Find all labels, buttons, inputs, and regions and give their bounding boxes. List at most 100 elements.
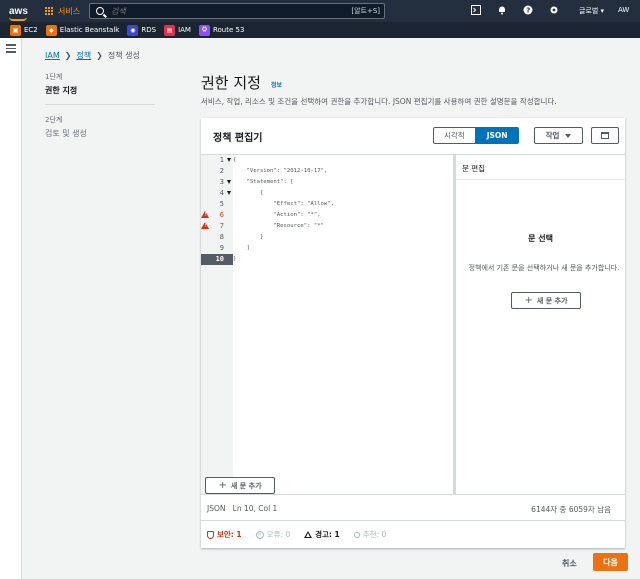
error-icon: ✕ bbox=[255, 530, 264, 539]
warning-icon[interactable] bbox=[201, 211, 209, 218]
aws-logo-text: aws bbox=[9, 5, 28, 17]
fold-icon[interactable] bbox=[227, 191, 231, 195]
gutter-line: 1 bbox=[201, 155, 233, 166]
gear-icon[interactable] bbox=[548, 4, 560, 16]
tab-json[interactable]: JSON bbox=[475, 127, 519, 144]
breadcrumb-policies[interactable]: 정책 bbox=[76, 50, 91, 61]
next-button[interactable]: 다음 bbox=[593, 553, 628, 571]
gutter-line: 3 bbox=[201, 177, 233, 188]
plus-icon: + bbox=[524, 294, 533, 306]
select-statement-title: 문 선택 bbox=[528, 234, 553, 243]
rds-icon: ◉ bbox=[127, 24, 139, 36]
wizard-steps: 1단계 권한 지정 2단계 검토 및 생성 bbox=[45, 72, 155, 139]
svg-text:?: ? bbox=[526, 7, 530, 15]
account-menu[interactable]: AW bbox=[618, 6, 629, 14]
warning-icon[interactable] bbox=[201, 222, 209, 229]
fav-ec2[interactable]: ▣ EC2 bbox=[10, 24, 38, 36]
divider bbox=[456, 179, 625, 180]
services-menu[interactable]: 서비스 bbox=[45, 6, 80, 17]
code-line: } bbox=[233, 256, 237, 262]
policy-editor-title: 정책 편집기 bbox=[213, 132, 263, 144]
search-input[interactable] bbox=[111, 6, 351, 16]
statement-edit-pane: 문 편집 문 선택 정책에서 기존 문을 선택하거나 새 문을 추가합니다. +… bbox=[453, 154, 625, 494]
fav-label: Route 53 bbox=[212, 26, 245, 34]
breadcrumb-current: 정책 생성 bbox=[107, 51, 140, 60]
bell-icon[interactable] bbox=[496, 4, 508, 16]
fold-icon[interactable] bbox=[227, 180, 231, 184]
fav-route53[interactable]: ⛭ Route 53 bbox=[198, 24, 245, 36]
caret-down-icon bbox=[565, 133, 572, 138]
page-description: 서비스, 작업, 리소스 및 조건을 선택하여 권한을 추가합니다. JSON … bbox=[201, 97, 557, 106]
security-count[interactable]: 보안: 1 bbox=[207, 529, 242, 540]
search-shortcut: [알트+S] bbox=[351, 7, 380, 15]
code-line: "Action": "*", bbox=[233, 212, 321, 218]
suggestion-count[interactable]: 추천: 0 bbox=[353, 529, 386, 540]
editor-footer: JSON Ln 10, Col 1 6144자 중 6059자 남음 보안: 1… bbox=[201, 494, 625, 548]
lightbulb-icon bbox=[353, 531, 360, 538]
gutter-line: 4 bbox=[201, 188, 233, 199]
code-line: } bbox=[233, 234, 264, 240]
error-count[interactable]: ✕ 오류: 0 bbox=[255, 529, 290, 540]
beanstalk-icon: ◆ bbox=[45, 24, 57, 36]
iam-icon: ▤ bbox=[164, 24, 176, 36]
info-link[interactable]: 정보 bbox=[271, 80, 282, 89]
aws-smile-icon bbox=[9, 17, 27, 21]
step-2-label: 검토 및 생성 bbox=[45, 129, 87, 138]
cancel-button[interactable]: 취소 bbox=[562, 558, 577, 569]
top-nav: aws 서비스 [알트+S] ? 글로벌 ▾ AW bbox=[0, 0, 640, 22]
menu-icon[interactable] bbox=[6, 44, 16, 55]
cursor-status: JSON Ln 10, Col 1 bbox=[207, 504, 278, 513]
code-line: "Resource": "*" bbox=[233, 223, 324, 229]
fullscreen-button[interactable] bbox=[591, 127, 619, 144]
code-line: "Effect": "Allow", bbox=[233, 201, 335, 207]
warning-count[interactable]: 경고: 1 bbox=[304, 529, 340, 540]
divider bbox=[201, 520, 625, 521]
editor-mode-toggle: 시각적 JSON bbox=[433, 127, 519, 144]
gutter-line: 9 bbox=[219, 244, 224, 252]
favorites-bar: ▣ EC2 ◆ Elastic Beanstalk ◉ RDS ▤ IAM ⛭ Route… bbox=[0, 22, 640, 38]
route53-icon: ⛭ bbox=[198, 24, 210, 36]
fav-elastic-beanstalk[interactable]: ◆ Elastic Beanstalk bbox=[45, 24, 120, 36]
fav-rds[interactable]: ◉ RDS bbox=[127, 24, 157, 36]
code-line: { bbox=[233, 157, 237, 163]
fav-label: Elastic Beanstalk bbox=[59, 26, 120, 34]
statement-pane-title: 문 편집 bbox=[462, 164, 486, 173]
code-line: "Version": "2012-10-17", bbox=[233, 168, 328, 174]
warning-icon bbox=[304, 531, 313, 538]
code-line: ] bbox=[233, 245, 250, 251]
fav-iam[interactable]: ▤ IAM bbox=[164, 24, 191, 36]
policy-editor-panel: 정책 편집기 시각적 JSON 작업 1 2 3 4 5 6 7 8 9 10 … bbox=[201, 118, 625, 548]
validation-summary: 보안: 1 ✕ 오류: 0 경고: 1 추천: 0 bbox=[207, 529, 386, 540]
search-bar[interactable]: [알트+S] bbox=[89, 3, 385, 19]
line-gutter: 1 2 3 4 5 6 7 8 9 10 bbox=[201, 155, 233, 494]
fullscreen-icon bbox=[601, 132, 609, 139]
gutter-line-warning: 7 bbox=[201, 221, 233, 232]
page-title: 권한 지정 bbox=[201, 74, 261, 92]
add-new-statement-button[interactable]: + 새 문 추가 bbox=[511, 292, 581, 309]
json-editor[interactable]: 1 2 3 4 5 6 7 8 9 10 { "Version": "2012-… bbox=[201, 154, 453, 494]
fav-label: RDS bbox=[141, 26, 157, 34]
help-icon[interactable]: ? bbox=[522, 4, 534, 16]
fold-icon[interactable] bbox=[227, 158, 231, 162]
step-1-label[interactable]: 권한 지정 bbox=[45, 85, 155, 96]
tab-visual[interactable]: 시각적 bbox=[433, 127, 476, 144]
terminal-icon[interactable] bbox=[470, 4, 482, 16]
code-line: { bbox=[233, 190, 264, 196]
actions-dropdown[interactable]: 작업 bbox=[534, 127, 583, 144]
add-statement-button[interactable]: + 새 문 추가 bbox=[205, 477, 275, 494]
region-menu[interactable]: 글로벌 ▾ bbox=[579, 6, 604, 16]
services-label: 서비스 bbox=[58, 6, 81, 16]
add-statement-label: 새 문 추가 bbox=[230, 481, 262, 490]
code-line: "Statement": [ bbox=[233, 179, 294, 185]
breadcrumb-iam[interactable]: IAM bbox=[45, 51, 60, 60]
gutter-line: 5 bbox=[219, 200, 224, 208]
chevron-right-icon: ❯ bbox=[96, 51, 103, 60]
nav-icons: ? bbox=[470, 4, 560, 16]
gutter-line-current: 10 bbox=[201, 254, 233, 265]
aws-logo[interactable]: aws bbox=[9, 5, 37, 21]
chevron-right-icon: ❯ bbox=[64, 51, 72, 60]
add-new-statement-label: 새 문 추가 bbox=[536, 296, 568, 305]
gutter-line: 2 bbox=[219, 167, 224, 175]
gutter-line: 8 bbox=[219, 233, 224, 241]
step-1-number: 1단계 bbox=[45, 73, 63, 81]
